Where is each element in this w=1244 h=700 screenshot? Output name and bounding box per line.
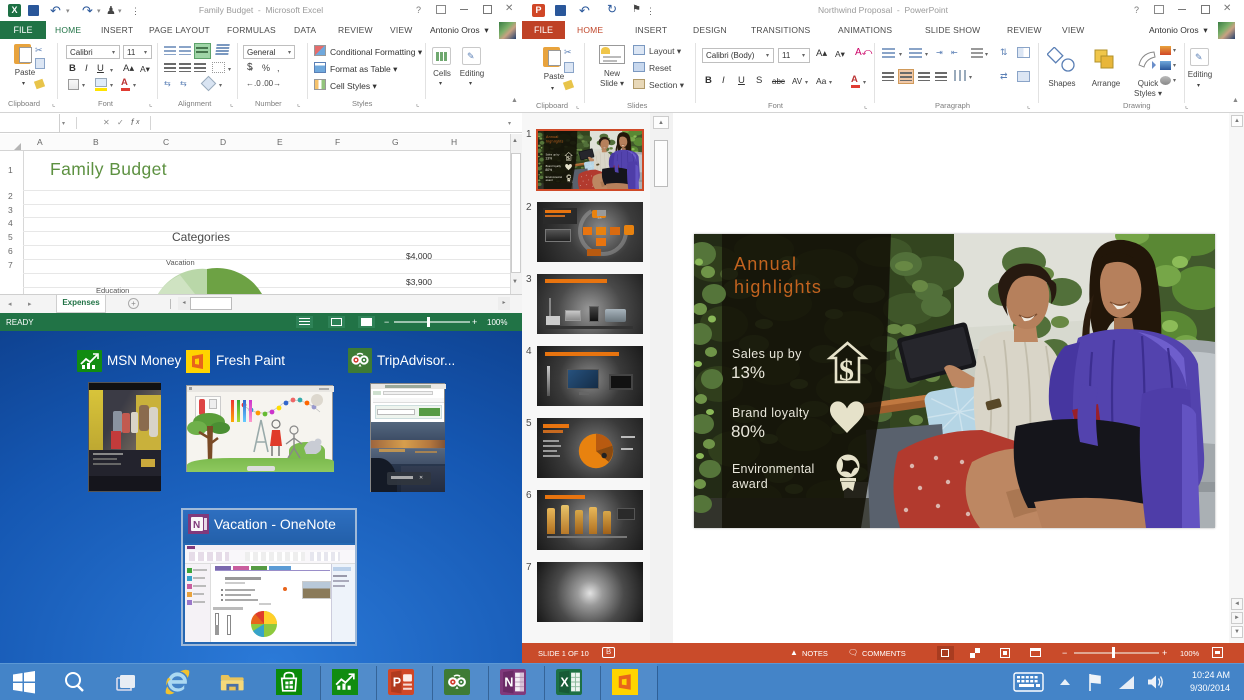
svg-text:N: N: [193, 520, 200, 531]
svg-text:P: P: [393, 676, 401, 690]
svg-text:N: N: [504, 676, 513, 690]
svg-text:X: X: [560, 676, 569, 690]
